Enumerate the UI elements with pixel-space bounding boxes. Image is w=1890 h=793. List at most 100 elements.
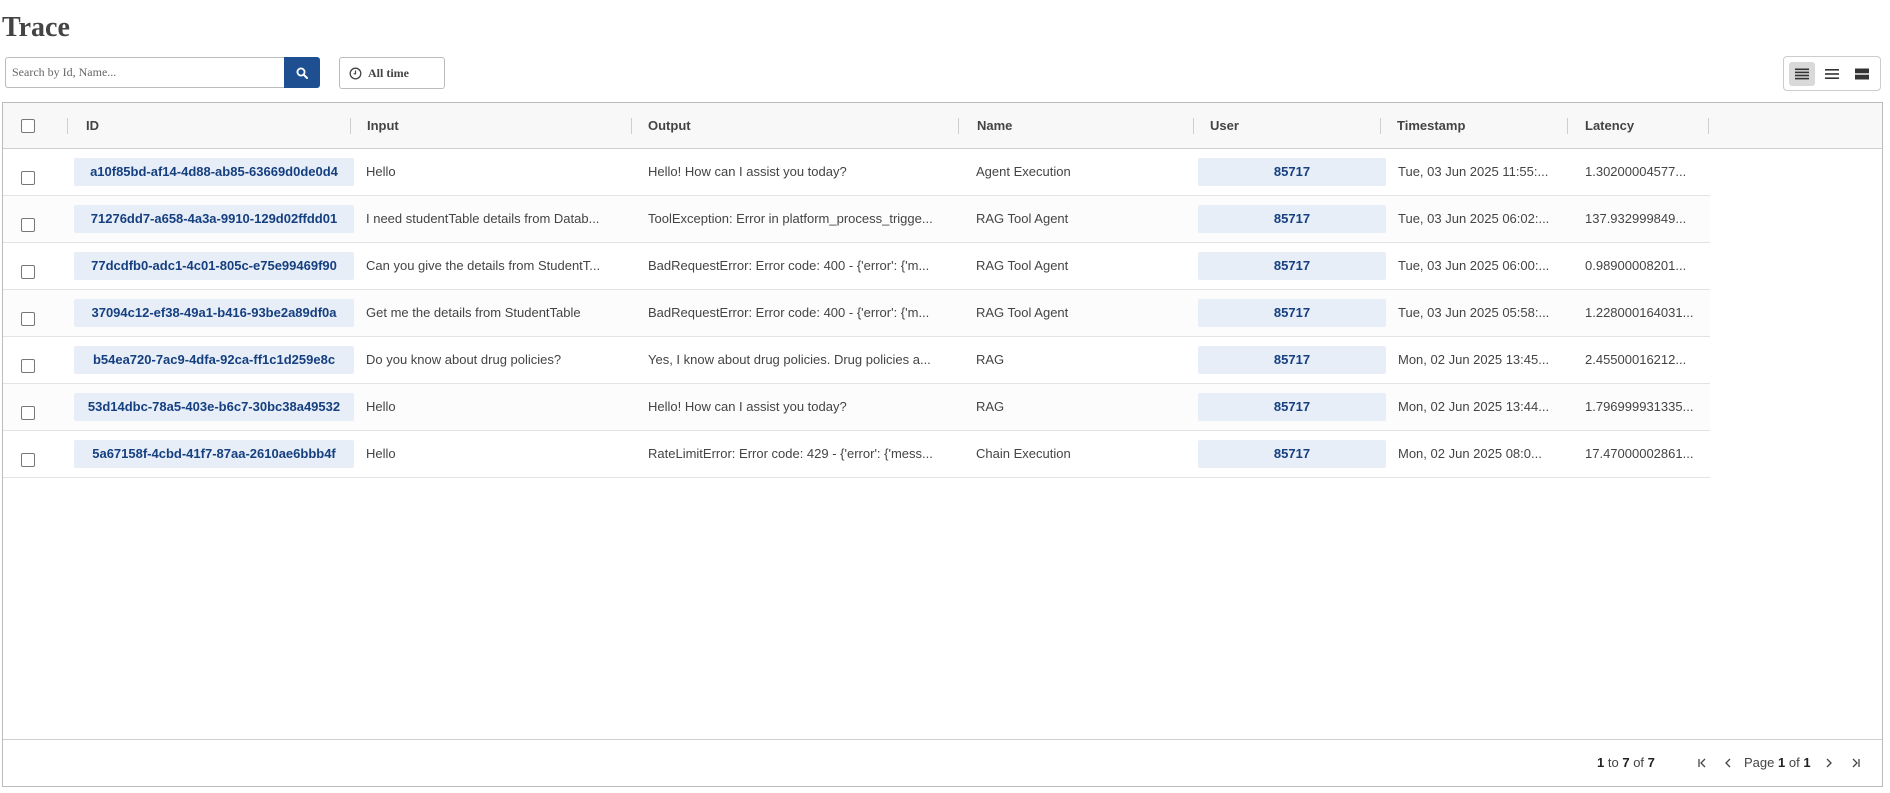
column-header-output[interactable]: Output (648, 103, 691, 149)
row-checkbox[interactable] (21, 218, 35, 232)
row-checkbox[interactable] (21, 265, 35, 279)
first-page-button[interactable] (1694, 754, 1712, 772)
table-row[interactable]: b54ea720-7ac9-4dfa-92ca-ff1c1d259e8c Do … (3, 337, 1710, 384)
trace-id-link[interactable]: 71276dd7-a658-4a3a-9910-129d02ffdd01 (74, 205, 354, 233)
name-cell: Chain Execution (976, 446, 1071, 461)
output-cell: Yes, I know about drug policies. Drug po… (648, 352, 931, 367)
trace-id-link[interactable]: a10f85bd-af14-4d88-ab85-63669d0de0d4 (74, 158, 354, 186)
input-cell: I need studentTable details from Datab..… (366, 211, 600, 226)
trace-id-link[interactable]: 53d14dbc-78a5-403e-b6c7-30bc38a49532 (74, 393, 354, 421)
density-compact-button[interactable] (1789, 61, 1815, 86)
output-cell: ToolException: Error in platform_process… (648, 211, 933, 226)
density-standard-icon (1825, 68, 1839, 79)
column-separator[interactable] (350, 118, 351, 134)
time-filter-label: All time (368, 65, 409, 80)
page-of-word: of (1788, 755, 1800, 770)
row-checkbox[interactable] (21, 453, 35, 467)
column-header-name[interactable]: Name (977, 103, 1012, 149)
previous-page-icon (1725, 758, 1731, 768)
name-cell: RAG Tool Agent (976, 305, 1069, 320)
table-row[interactable]: 53d14dbc-78a5-403e-b6c7-30bc38a49532 Hel… (3, 384, 1710, 431)
table-header: ID Input Output Name User Timestamp Late… (3, 103, 1882, 149)
density-toggle (1783, 56, 1881, 91)
column-separator[interactable] (1193, 118, 1194, 134)
trace-id-link[interactable]: 37094c12-ef38-49a1-b416-93be2a89df0a (74, 299, 354, 327)
search-button[interactable] (284, 57, 320, 88)
search-bar (5, 57, 320, 88)
column-separator[interactable] (958, 118, 959, 134)
output-cell: Hello! How can I assist you today? (648, 399, 847, 414)
range-from: 1 (1597, 755, 1605, 770)
time-filter-button[interactable]: All time (339, 57, 445, 89)
column-header-latency[interactable]: Latency (1585, 103, 1634, 149)
input-cell: Can you give the details from StudentT..… (366, 258, 601, 273)
previous-page-button[interactable] (1719, 754, 1737, 772)
column-header-timestamp[interactable]: Timestamp (1397, 103, 1465, 149)
range-to-word: to (1607, 755, 1619, 770)
user-link[interactable]: 85717 (1198, 299, 1386, 327)
user-link[interactable]: 85717 (1198, 205, 1386, 233)
user-link[interactable]: 85717 (1198, 393, 1386, 421)
output-cell: BadRequestError: Error code: 400 - {'err… (648, 258, 930, 273)
column-header-id[interactable]: ID (86, 103, 99, 149)
name-cell: RAG Tool Agent (976, 211, 1069, 226)
clock-icon (349, 67, 362, 79)
trace-id-link[interactable]: 5a67158f-4cbd-41f7-87aa-2610ae6bbb4f (74, 440, 354, 468)
select-all-checkbox[interactable] (21, 119, 35, 133)
table-row[interactable]: 77dcdfb0-adc1-4c01-805c-e75e99469f90 Can… (3, 243, 1710, 290)
input-cell: Hello (366, 446, 396, 461)
output-cell: Hello! How can I assist you today? (648, 164, 847, 179)
name-cell: RAG (976, 352, 1005, 367)
latency-cell: 1.796999931335... (1585, 399, 1694, 414)
row-checkbox[interactable] (21, 359, 35, 373)
column-header-user[interactable]: User (1210, 103, 1239, 149)
input-cell: Do you know about drug policies? (366, 352, 562, 367)
page-indicator: Page 1 of 1 (1744, 740, 1811, 786)
last-page-button[interactable] (1846, 754, 1864, 772)
search-input[interactable] (5, 57, 284, 88)
column-separator[interactable] (631, 118, 632, 134)
next-page-button[interactable] (1820, 754, 1838, 772)
timestamp-cell: Tue, 03 Jun 2025 11:55:... (1398, 164, 1549, 179)
trace-table: ID Input Output Name User Timestamp Late… (2, 102, 1883, 787)
column-separator[interactable] (1708, 118, 1709, 134)
table-row[interactable]: a10f85bd-af14-4d88-ab85-63669d0de0d4 Hel… (3, 149, 1710, 196)
density-standard-button[interactable] (1819, 62, 1845, 86)
latency-cell: 2.45500016212... (1585, 352, 1687, 367)
column-header-input[interactable]: Input (367, 103, 399, 149)
density-comfortable-icon (1855, 68, 1869, 79)
user-link[interactable]: 85717 (1198, 252, 1386, 280)
density-compact-icon (1795, 68, 1809, 79)
row-checkbox[interactable] (21, 406, 35, 420)
user-link[interactable]: 85717 (1198, 346, 1386, 374)
table-row[interactable]: 5a67158f-4cbd-41f7-87aa-2610ae6bbb4f Hel… (3, 431, 1710, 478)
column-separator[interactable] (1380, 118, 1381, 134)
latency-cell: 1.30200004577... (1585, 164, 1687, 179)
next-page-icon (1826, 758, 1832, 768)
timestamp-cell: Tue, 03 Jun 2025 06:02:... (1398, 211, 1550, 226)
input-cell: Get me the details from StudentTable (366, 305, 581, 320)
column-separator[interactable] (1567, 118, 1568, 134)
search-icon (296, 67, 308, 79)
timestamp-cell: Tue, 03 Jun 2025 06:00:... (1398, 258, 1550, 273)
row-checkbox[interactable] (21, 171, 35, 185)
table-row[interactable]: 71276dd7-a658-4a3a-9910-129d02ffdd01 I n… (3, 196, 1710, 243)
range-of-word: of (1633, 755, 1645, 770)
row-checkbox[interactable] (21, 312, 35, 326)
user-link[interactable]: 85717 (1198, 440, 1386, 468)
timestamp-cell: Mon, 02 Jun 2025 13:44... (1398, 399, 1550, 414)
trace-id-link[interactable]: 77dcdfb0-adc1-4c01-805c-e75e99469f90 (74, 252, 354, 280)
user-link[interactable]: 85717 (1198, 158, 1386, 186)
density-comfortable-button[interactable] (1849, 62, 1875, 86)
name-cell: RAG (976, 399, 1005, 414)
page-word: Page (1744, 755, 1775, 770)
input-cell: Hello (366, 399, 396, 414)
table-row[interactable]: 37094c12-ef38-49a1-b416-93be2a89df0a Get… (3, 290, 1710, 337)
output-cell: BadRequestError: Error code: 400 - {'err… (648, 305, 930, 320)
range-to: 7 (1622, 755, 1630, 770)
trace-id-link[interactable]: b54ea720-7ac9-4dfa-92ca-ff1c1d259e8c (74, 346, 354, 374)
name-cell: Agent Execution (976, 164, 1071, 179)
latency-cell: 0.98900008201... (1585, 258, 1687, 273)
timestamp-cell: Mon, 02 Jun 2025 13:45... (1398, 352, 1550, 367)
input-cell: Hello (366, 164, 396, 179)
